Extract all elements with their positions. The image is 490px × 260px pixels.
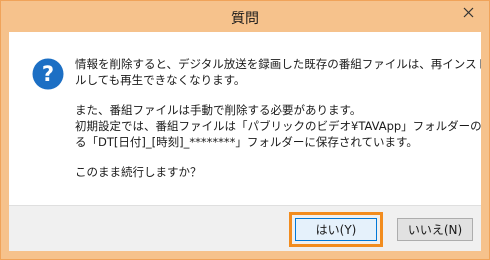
no-button[interactable]: いいえ(N): [397, 218, 473, 241]
dialog-content: ? 情報を削除すると、デジタル放送を録画した既存の番組ファイルは、再インストー …: [9, 32, 481, 251]
message-paragraph: 情報を削除すると、デジタル放送を録画した既存の番組ファイルは、再インストー ルし…: [75, 56, 481, 88]
close-icon: [463, 7, 474, 18]
message-line: る「DT[日付]_[時刻]_********」フォルダーに保存されています。: [75, 135, 418, 149]
dialog-title: 質問: [231, 11, 259, 27]
close-button[interactable]: [453, 1, 483, 23]
svg-text:?: ?: [42, 62, 54, 86]
title-bar[interactable]: 質問: [1, 1, 489, 32]
message-line: 情報を削除すると、デジタル放送を録画した既存の番組ファイルは、再インストー: [75, 57, 481, 71]
question-icon: ?: [32, 58, 64, 90]
message-paragraph: このまま続行しますか？: [75, 164, 475, 180]
confirm-question: このまま続行しますか？: [75, 165, 202, 179]
yes-button[interactable]: はい(Y): [295, 218, 377, 241]
dialog-window: 質問 ? 情報を削除すると、デジタル放送を録画した既存の番組ファイルは、再インス…: [0, 0, 490, 260]
message-line: ルしても再生できなくなります。: [75, 73, 246, 87]
button-bar: はい(Y) いいえ(N): [9, 205, 481, 251]
dialog-message: 情報を削除すると、デジタル放送を録画した既存の番組ファイルは、再インストー ルし…: [75, 56, 481, 180]
message-paragraph: また、番組ファイルは手動で削除する必要があります。 初期設定では、番組ファイルは…: [75, 102, 481, 150]
message-line: 初期設定では、番組ファイルは「パブリックのビデオ¥TAVApp」フォルダーの下に…: [75, 119, 481, 133]
message-line: また、番組ファイルは手動で削除する必要があります。: [75, 103, 362, 117]
